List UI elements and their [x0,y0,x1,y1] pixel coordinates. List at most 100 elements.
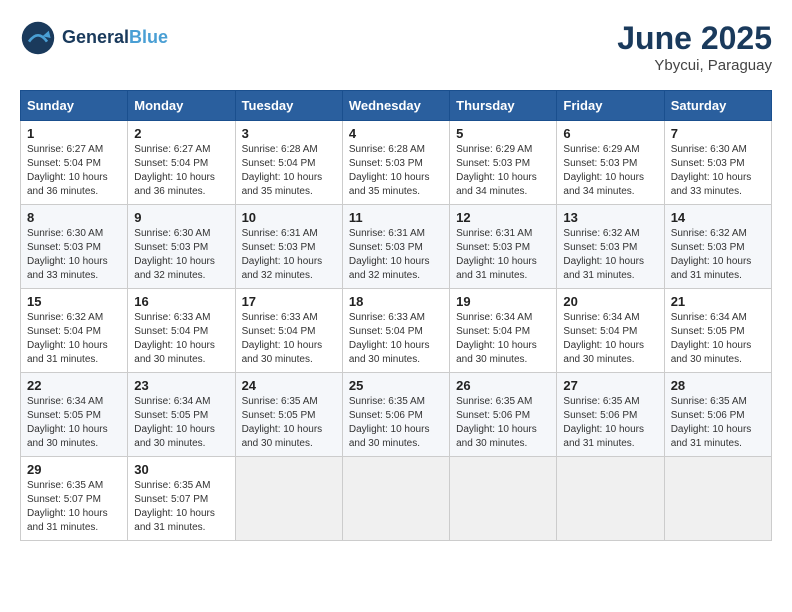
calendar-cell: 30Sunrise: 6:35 AM Sunset: 5:07 PM Dayli… [128,457,235,541]
calendar-cell: 15Sunrise: 6:32 AM Sunset: 5:04 PM Dayli… [21,289,128,373]
day-info: Sunrise: 6:33 AM Sunset: 5:04 PM Dayligh… [349,311,443,367]
calendar-cell: 20 Sunrise: 6:34 AM Sunset: 5:04 PM Dayli… [557,289,664,373]
day-header-wednesday: Wednesday [342,91,449,121]
day-info: Sunrise: 6:30 AM Sunset: 5:03 PM Dayligh… [134,227,228,283]
calendar-cell: 12 Sunrise: 6:31 AM Sunset: 5:03 PM Dayli… [450,205,557,289]
calendar-cell: 11Sunrise: 6:31 AM Sunset: 5:03 PM Dayli… [342,205,449,289]
month-title: June 2025 [617,20,772,57]
calendar-cell: 19Sunrise: 6:34 AM Sunset: 5:04 PM Dayli… [450,289,557,373]
calendar-cell: 24 Sunrise: 6:35 AM Sunset: 5:05 PM Dayli… [235,373,342,457]
day-number: 17 [242,294,336,309]
calendar-cell [557,457,664,541]
day-header-monday: Monday [128,91,235,121]
day-number: 18 [349,294,443,309]
day-number: 14 [671,210,765,225]
day-info: Sunrise: 6:34 AM Sunset: 5:04 PM Dayligh… [563,311,657,367]
day-number: 10 [242,210,336,225]
day-number: 24 [242,378,336,393]
day-info: Sunrise: 6:33 AM Sunset: 5:04 PM Dayligh… [134,311,228,367]
day-info: Sunrise: 6:27 AM Sunset: 5:04 PM Dayligh… [27,143,121,199]
day-info: Sunrise: 6:28 AM Sunset: 5:04 PM Dayligh… [242,143,336,199]
day-header-sunday: Sunday [21,91,128,121]
calendar-cell: 26Sunrise: 6:35 AM Sunset: 5:06 PM Dayli… [450,373,557,457]
calendar-week-2: 8 Sunrise: 6:30 AM Sunset: 5:03 PM Daylig… [21,205,772,289]
day-number: 8 [27,210,121,225]
calendar-week-4: 22Sunrise: 6:34 AM Sunset: 5:05 PM Dayli… [21,373,772,457]
calendar-cell: 5 Sunrise: 6:29 AM Sunset: 5:03 PM Daylig… [450,121,557,205]
day-info: Sunrise: 6:32 AM Sunset: 5:03 PM Dayligh… [563,227,657,283]
day-header-tuesday: Tuesday [235,91,342,121]
calendar-cell: 23 Sunrise: 6:34 AM Sunset: 5:05 PM Dayli… [128,373,235,457]
calendar-table: SundayMondayTuesdayWednesdayThursdayFrid… [20,90,772,541]
day-info: Sunrise: 6:32 AM Sunset: 5:03 PM Dayligh… [671,227,765,283]
calendar-cell: 1 Sunrise: 6:27 AM Sunset: 5:04 PM Daylig… [21,121,128,205]
calendar-cell: 6 Sunrise: 6:29 AM Sunset: 5:03 PM Daylig… [557,121,664,205]
day-info: Sunrise: 6:31 AM Sunset: 5:03 PM Dayligh… [349,227,443,283]
day-info: Sunrise: 6:28 AM Sunset: 5:03 PM Dayligh… [349,143,443,199]
calendar-week-3: 15Sunrise: 6:32 AM Sunset: 5:04 PM Dayli… [21,289,772,373]
day-number: 13 [563,210,657,225]
day-number: 23 [134,378,228,393]
day-info: Sunrise: 6:35 AM Sunset: 5:07 PM Dayligh… [134,479,228,535]
day-info: Sunrise: 6:35 AM Sunset: 5:06 PM Dayligh… [349,395,443,451]
calendar-cell [450,457,557,541]
day-number: 20 [563,294,657,309]
day-info: Sunrise: 6:34 AM Sunset: 5:05 PM Dayligh… [134,395,228,451]
day-info: Sunrise: 6:30 AM Sunset: 5:03 PM Dayligh… [671,143,765,199]
day-number: 1 [27,126,121,141]
calendar-cell: 27 Sunrise: 6:35 AM Sunset: 5:06 PM Dayli… [557,373,664,457]
day-info: Sunrise: 6:35 AM Sunset: 5:06 PM Dayligh… [563,395,657,451]
calendar-cell: 2Sunrise: 6:27 AM Sunset: 5:04 PM Daylig… [128,121,235,205]
day-number: 12 [456,210,550,225]
day-info: Sunrise: 6:29 AM Sunset: 5:03 PM Dayligh… [563,143,657,199]
day-number: 5 [456,126,550,141]
day-info: Sunrise: 6:34 AM Sunset: 5:05 PM Dayligh… [671,311,765,367]
day-number: 15 [27,294,121,309]
day-number: 16 [134,294,228,309]
day-number: 2 [134,126,228,141]
calendar-cell: 14 Sunrise: 6:32 AM Sunset: 5:03 PM Dayli… [664,205,771,289]
calendar-week-1: 1 Sunrise: 6:27 AM Sunset: 5:04 PM Daylig… [21,121,772,205]
logo: GeneralBlue [20,20,168,56]
location-subtitle: Ybycui, Paraguay [617,57,772,74]
calendar-cell: 21 Sunrise: 6:34 AM Sunset: 5:05 PM Dayli… [664,289,771,373]
day-number: 4 [349,126,443,141]
page-header: GeneralBlue June 2025 Ybycui, Paraguay [20,20,772,74]
day-info: Sunrise: 6:33 AM Sunset: 5:04 PM Dayligh… [242,311,336,367]
logo-icon [20,20,56,56]
day-number: 19 [456,294,550,309]
day-number: 26 [456,378,550,393]
day-header-saturday: Saturday [664,91,771,121]
day-number: 9 [134,210,228,225]
calendar-cell: 25 Sunrise: 6:35 AM Sunset: 5:06 PM Dayli… [342,373,449,457]
logo-text: GeneralBlue [62,27,168,49]
calendar-cell: 16 Sunrise: 6:33 AM Sunset: 5:04 PM Dayli… [128,289,235,373]
day-info: Sunrise: 6:35 AM Sunset: 5:07 PM Dayligh… [27,479,121,535]
calendar-cell: 22Sunrise: 6:34 AM Sunset: 5:05 PM Dayli… [21,373,128,457]
day-header-friday: Friday [557,91,664,121]
calendar-cell: 13 Sunrise: 6:32 AM Sunset: 5:03 PM Dayli… [557,205,664,289]
day-info: Sunrise: 6:31 AM Sunset: 5:03 PM Dayligh… [242,227,336,283]
calendar-header-row: SundayMondayTuesdayWednesdayThursdayFrid… [21,91,772,121]
calendar-cell: 4 Sunrise: 6:28 AM Sunset: 5:03 PM Daylig… [342,121,449,205]
calendar-cell [664,457,771,541]
calendar-week-5: 29Sunrise: 6:35 AM Sunset: 5:07 PM Dayli… [21,457,772,541]
day-number: 6 [563,126,657,141]
calendar-cell: 8 Sunrise: 6:30 AM Sunset: 5:03 PM Daylig… [21,205,128,289]
day-info: Sunrise: 6:35 AM Sunset: 5:06 PM Dayligh… [671,395,765,451]
day-number: 27 [563,378,657,393]
calendar-cell: 17 Sunrise: 6:33 AM Sunset: 5:04 PM Dayli… [235,289,342,373]
day-number: 25 [349,378,443,393]
calendar-cell: 3Sunrise: 6:28 AM Sunset: 5:04 PM Daylig… [235,121,342,205]
calendar-cell: 9 Sunrise: 6:30 AM Sunset: 5:03 PM Daylig… [128,205,235,289]
calendar-cell: 10 Sunrise: 6:31 AM Sunset: 5:03 PM Dayli… [235,205,342,289]
day-number: 28 [671,378,765,393]
calendar-cell: 18 Sunrise: 6:33 AM Sunset: 5:04 PM Dayli… [342,289,449,373]
day-number: 7 [671,126,765,141]
day-info: Sunrise: 6:31 AM Sunset: 5:03 PM Dayligh… [456,227,550,283]
day-info: Sunrise: 6:30 AM Sunset: 5:03 PM Dayligh… [27,227,121,283]
day-number: 21 [671,294,765,309]
calendar-cell: 29Sunrise: 6:35 AM Sunset: 5:07 PM Dayli… [21,457,128,541]
day-info: Sunrise: 6:29 AM Sunset: 5:03 PM Dayligh… [456,143,550,199]
day-info: Sunrise: 6:35 AM Sunset: 5:05 PM Dayligh… [242,395,336,451]
